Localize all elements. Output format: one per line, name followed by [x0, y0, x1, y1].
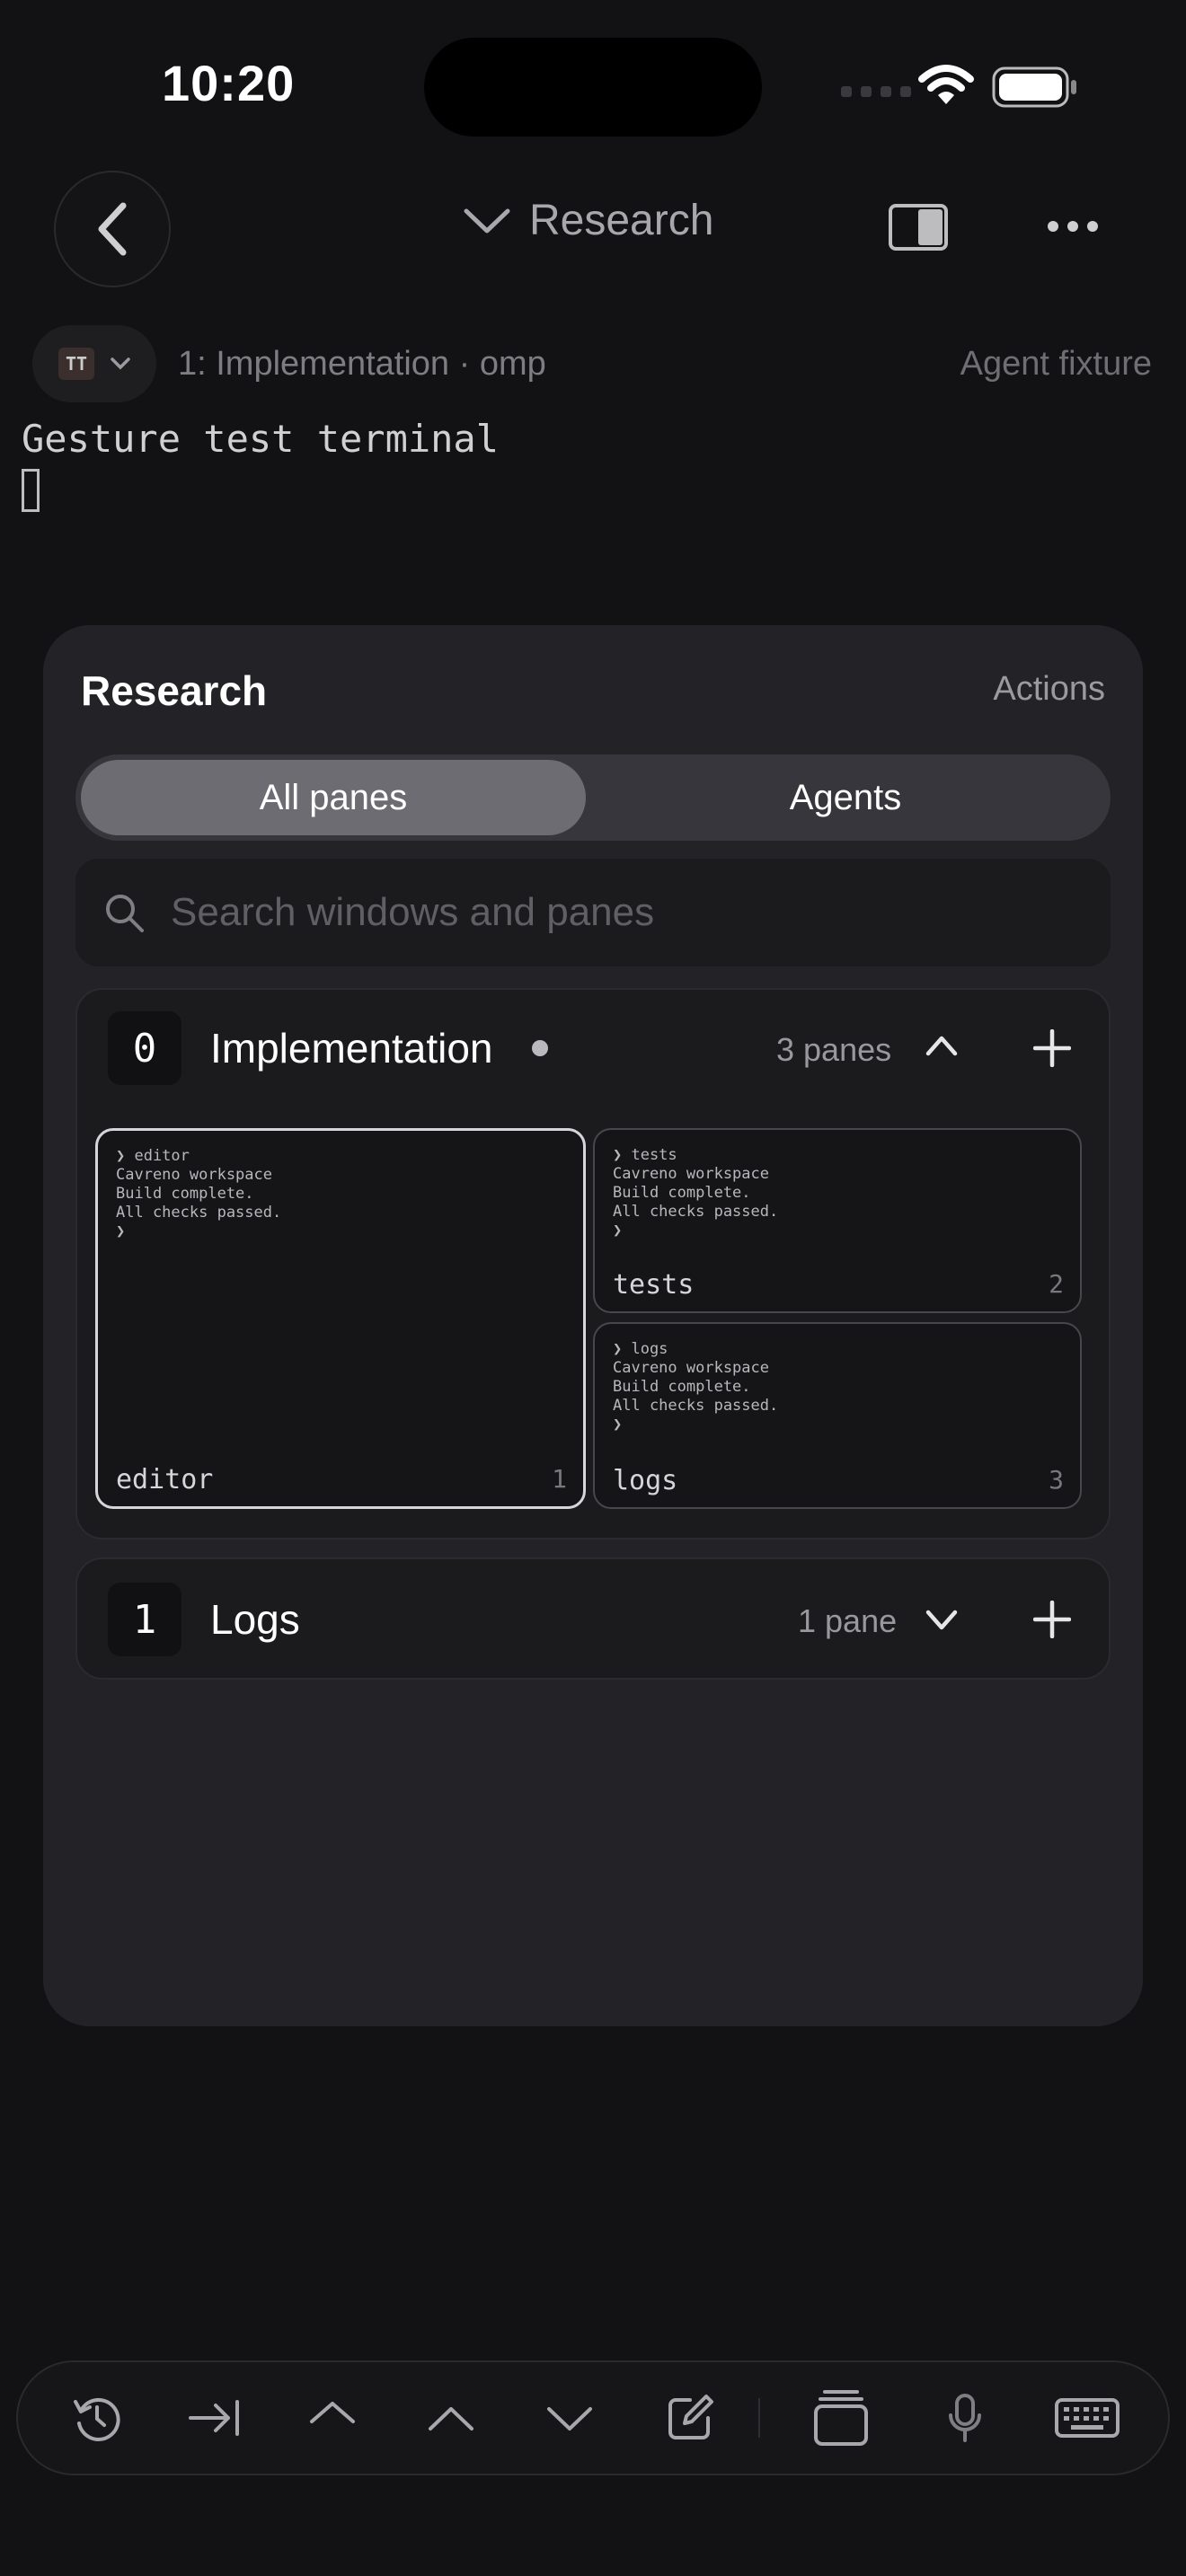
add-pane-button[interactable] — [1033, 1601, 1071, 1638]
tab-agents[interactable]: Agents — [586, 760, 1105, 835]
actions-button[interactable]: Actions — [993, 670, 1105, 709]
terminal-cursor — [22, 469, 40, 512]
session-switcher-chip[interactable]: TT — [32, 325, 156, 402]
chevron-down-icon — [925, 1610, 958, 1630]
compose-icon — [668, 2395, 713, 2439]
pane-editor[interactable]: ❯ editor Cavreno workspace Build complet… — [95, 1128, 586, 1509]
keyboard-button[interactable] — [1051, 2382, 1123, 2454]
ctrl-key-button[interactable] — [296, 2382, 368, 2454]
split-view-icon — [889, 204, 948, 251]
terminal-output: Gesture test terminal — [22, 417, 500, 461]
collapse-button[interactable] — [925, 1035, 958, 1056]
window-index: 1 — [108, 1583, 181, 1656]
pane-count: 1 pane — [798, 1602, 898, 1639]
tab-key-icon — [189, 2400, 239, 2436]
pane-name: logs — [613, 1465, 678, 1496]
pane-name: tests — [613, 1269, 695, 1301]
nav-title: Research — [529, 197, 714, 244]
agent-label: Agent fixture — [960, 345, 1152, 383]
session-label: 1: Implementation · omp — [178, 345, 546, 383]
expand-button[interactable] — [925, 1610, 958, 1631]
search-input[interactable]: Search windows and panes — [171, 890, 654, 935]
pane-preview: ❯ tests Cavreno workspace Build complete… — [613, 1146, 779, 1239]
tab-all-panes[interactable]: All panes — [81, 760, 586, 835]
tab-key-button[interactable] — [180, 2382, 252, 2454]
window-title[interactable]: Logs — [210, 1595, 300, 1644]
chevron-up-icon — [925, 1036, 958, 1056]
more-button[interactable] — [1046, 219, 1100, 234]
plus-icon — [1033, 1029, 1071, 1067]
window-index: 0 — [108, 1011, 181, 1085]
windows-stack-icon — [814, 2390, 868, 2446]
pane-number: 1 — [552, 1464, 567, 1494]
windows-button[interactable] — [805, 2382, 877, 2454]
pane-preview: ❯ editor Cavreno workspace Build complet… — [116, 1147, 282, 1240]
session-avatar: TT — [58, 348, 94, 380]
arrow-down-icon — [547, 2407, 592, 2430]
pane-number: 2 — [1049, 1269, 1064, 1299]
split-view-button[interactable] — [888, 203, 949, 251]
search-icon — [106, 895, 144, 932]
pane-tests[interactable]: ❯ tests Cavreno workspace Build complete… — [593, 1128, 1082, 1313]
cellular-signal-icon — [841, 86, 911, 97]
chevron-down-icon — [464, 208, 510, 233]
status-time: 10:20 — [162, 55, 296, 111]
pane-logs[interactable]: ❯ logs Cavreno workspace Build complete.… — [593, 1322, 1082, 1509]
history-button[interactable] — [61, 2382, 133, 2454]
history-icon — [74, 2397, 120, 2441]
microphone-icon — [949, 2394, 981, 2442]
chevron-down-icon — [111, 357, 130, 370]
dynamic-island — [424, 38, 762, 137]
plus-icon — [1033, 1601, 1071, 1638]
wifi-icon — [918, 63, 974, 106]
arrow-down-button[interactable] — [534, 2382, 606, 2454]
pane-count: 3 panes — [776, 1031, 892, 1068]
dictation-button[interactable] — [929, 2382, 1001, 2454]
toolbar-divider — [758, 2398, 760, 2438]
add-pane-button[interactable] — [1033, 1029, 1071, 1067]
ctrl-key-icon — [310, 2402, 355, 2423]
chevron-left-icon — [98, 202, 127, 256]
compose-button[interactable] — [654, 2382, 726, 2454]
arrow-up-icon — [429, 2407, 474, 2430]
session-title-dropdown[interactable]: Research — [463, 196, 713, 245]
keyboard-icon — [1055, 2398, 1120, 2438]
pane-number: 3 — [1049, 1465, 1064, 1495]
window-title[interactable]: Implementation — [210, 1024, 493, 1072]
pane-preview: ❯ logs Cavreno workspace Build complete.… — [613, 1340, 779, 1434]
ellipsis-icon — [1048, 221, 1098, 232]
pane-name: editor — [116, 1464, 214, 1495]
sheet-title: Research — [81, 667, 268, 714]
arrow-up-button[interactable] — [415, 2382, 487, 2454]
back-button[interactable] — [54, 171, 171, 287]
search-field[interactable]: Search windows and panes — [75, 859, 1111, 966]
active-window-indicator — [532, 1040, 548, 1056]
battery-icon — [992, 66, 1078, 108]
